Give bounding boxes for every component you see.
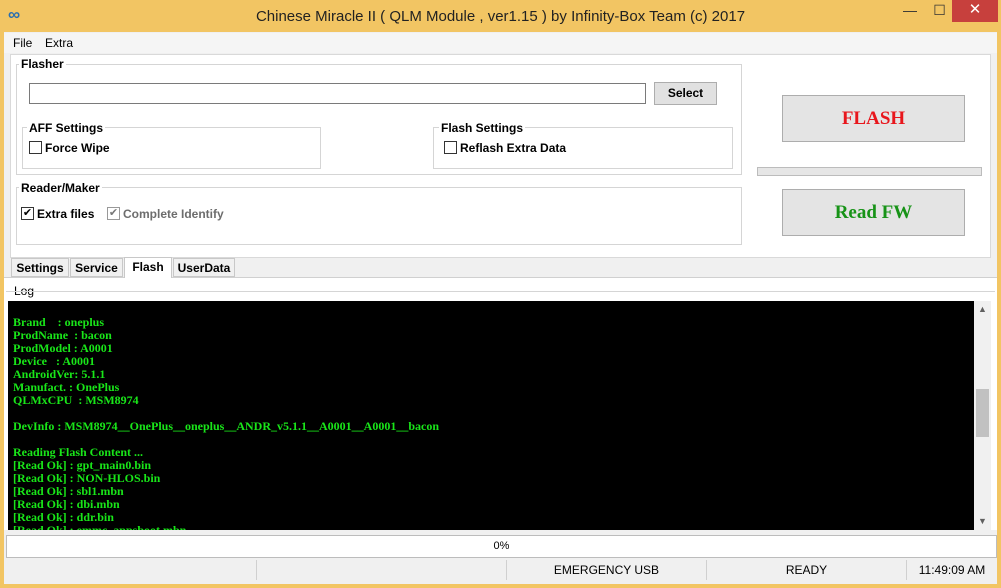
flash-button[interactable]: FLASH bbox=[782, 95, 965, 142]
log-line: ProdName : bacon bbox=[13, 328, 112, 342]
scrollbar-thumb[interactable] bbox=[976, 389, 989, 437]
status-state: READY bbox=[706, 560, 906, 580]
scroll-down-icon[interactable]: ▼ bbox=[974, 513, 991, 530]
tab-service[interactable]: Service bbox=[70, 258, 123, 277]
tab-userdata[interactable]: UserData bbox=[173, 258, 235, 277]
complete-identify-checkbox: ✔ bbox=[107, 207, 120, 220]
firmware-path-input[interactable] bbox=[29, 83, 646, 104]
log-line: DevInfo : MSM8974__OnePlus__oneplus__AND… bbox=[13, 419, 440, 433]
extra-files-label: Extra files bbox=[37, 207, 95, 221]
flash-settings-label: Flash Settings bbox=[439, 121, 526, 135]
menu-file[interactable]: File bbox=[13, 35, 32, 51]
main-progress-bar: 0% bbox=[6, 535, 997, 558]
log-output[interactable]: Brand : oneplus ProdName : bacon ProdModel… bbox=[8, 301, 974, 530]
close-button[interactable]: ✕ bbox=[952, 0, 998, 22]
reflash-extra-data-label: Reflash Extra Data bbox=[460, 141, 567, 155]
log-line: [Read Ok] : emmc_appsboot.mbn bbox=[13, 523, 187, 531]
flasher-group-label: Flasher bbox=[19, 57, 66, 71]
menu-bar bbox=[4, 33, 997, 53]
log-line: AndroidVer: 5.1.1 bbox=[13, 367, 106, 381]
status-cell-2 bbox=[256, 560, 506, 580]
secondary-progress-bar bbox=[757, 167, 982, 176]
window-title: Chinese Miracle II ( QLM Module , ver1.1… bbox=[255, 8, 746, 25]
log-line: [Read Ok] : NON-HLOS.bin bbox=[13, 471, 161, 485]
log-line: Reading Flash Content ... bbox=[13, 445, 144, 459]
log-line: Brand : oneplus bbox=[13, 315, 105, 329]
log-line: ProdModel : A0001 bbox=[13, 341, 113, 355]
log-divider bbox=[6, 291, 995, 292]
read-fw-button[interactable]: Read FW bbox=[782, 189, 965, 236]
log-line: QLMxCPU : MSM8974 bbox=[13, 393, 139, 407]
reflash-extra-data-checkbox[interactable] bbox=[444, 141, 457, 154]
aff-settings-label: AFF Settings bbox=[27, 121, 105, 135]
minimize-button[interactable]: — bbox=[893, 0, 927, 22]
log-line: Manufact. : OnePlus bbox=[13, 380, 120, 394]
tab-settings[interactable]: Settings bbox=[11, 258, 69, 277]
extra-files-checkbox[interactable]: ✔ bbox=[21, 207, 34, 220]
reader-maker-label: Reader/Maker bbox=[19, 181, 102, 195]
status-connection-mode: EMERGENCY USB bbox=[506, 560, 706, 580]
scroll-up-icon[interactable]: ▲ bbox=[974, 301, 991, 318]
tab-flash[interactable]: Flash bbox=[124, 257, 172, 278]
log-line: [Read Ok] : sbl1.mbn bbox=[13, 484, 124, 498]
maximize-button[interactable]: ☐ bbox=[927, 0, 952, 22]
select-button[interactable]: Select bbox=[654, 82, 717, 105]
menu-extra[interactable]: Extra bbox=[45, 35, 73, 51]
force-wipe-checkbox[interactable] bbox=[29, 141, 42, 154]
log-line: Device : A0001 bbox=[13, 354, 95, 368]
log-line: [Read Ok] : dbi.mbn bbox=[13, 497, 120, 511]
force-wipe-label: Force Wipe bbox=[45, 141, 110, 155]
status-time: 11:49:09 AM bbox=[906, 560, 997, 580]
complete-identify-label: Complete Identify bbox=[123, 207, 224, 221]
